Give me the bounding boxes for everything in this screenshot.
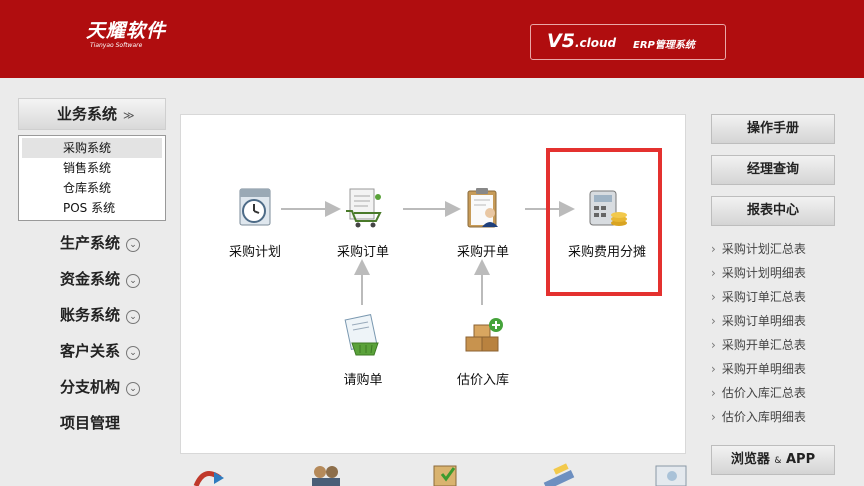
cart-document-icon (346, 188, 382, 228)
chevron-right-icon: › (711, 362, 716, 376)
report-link[interactable]: › 采购计划明细表 (711, 261, 835, 285)
chevron-right-icon: › (711, 338, 716, 352)
nav-accounting[interactable]: 账务系统 ⌄ (18, 297, 166, 333)
sub-item-purchase[interactable]: 采购系统 (22, 138, 162, 158)
report-link[interactable]: › 估价入库汇总表 (711, 381, 835, 405)
highlight-box (546, 148, 662, 296)
double-chevron-down-icon: ≫ (123, 109, 135, 122)
refresh-arrow-icon[interactable] (190, 462, 230, 486)
business-subsystem-list: 采购系统 销售系统 仓库系统 POS 系统 (18, 135, 166, 221)
system-nav: 业务系统 ≫ 采购系统 销售系统 仓库系统 POS 系统 生产系统 ⌄ 资金系统 ⌄ … (18, 98, 166, 441)
sub-item-warehouse[interactable]: 仓库系统 (19, 178, 165, 198)
chevron-down-icon: ⌄ (126, 274, 141, 288)
manual-button[interactable]: 操作手册 (711, 114, 835, 144)
chevron-right-icon: › (711, 266, 716, 280)
brand-logo: 天耀软件 Tianyao Software (86, 20, 166, 50)
manager-query-button[interactable]: 经理查询 (711, 155, 835, 185)
nav-crm[interactable]: 客户关系 ⌄ (18, 333, 166, 369)
pencil-ruler-icon[interactable] (540, 462, 580, 486)
clipboard-person-icon (467, 188, 498, 228)
chevron-down-icon: ⌄ (126, 310, 141, 324)
app-header: 天耀软件 Tianyao Software V5.cloud ERP管理系统 (0, 0, 864, 78)
document-check-icon[interactable] (428, 462, 468, 486)
chevron-down-icon: ⌄ (126, 346, 141, 360)
report-link[interactable]: › 采购计划汇总表 (711, 237, 835, 261)
flow-node-estimated-stock-in[interactable]: 估价入库 (451, 313, 515, 388)
boxes-add-icon (465, 318, 503, 352)
chevron-right-icon: › (711, 386, 716, 400)
clock-calendar-icon (239, 188, 271, 226)
flow-node-purchase-invoice[interactable]: 采购开单 (451, 185, 515, 260)
browser-app-button[interactable]: 浏览器 & APP (711, 445, 835, 475)
right-panel: 操作手册 经理查询 报表中心 › 采购计划汇总表 › 采购计划明细表 › 采购订单汇总… (711, 114, 835, 429)
logo-text-en: Tianyao Software (90, 42, 143, 49)
report-link[interactable]: › 估价入库明细表 (711, 405, 835, 429)
report-link[interactable]: › 采购开单明细表 (711, 357, 835, 381)
sub-item-sales[interactable]: 销售系统 (19, 158, 165, 178)
flow-node-purchase-plan[interactable]: 采购计划 (225, 185, 285, 260)
chevron-right-icon: › (711, 410, 716, 424)
label-purchase-request: 请购单 (343, 373, 383, 388)
report-link[interactable]: › 采购开单汇总表 (711, 333, 835, 357)
report-link-list: › 采购计划汇总表 › 采购计划明细表 › 采购订单汇总表 › 采购订单明细表 › 采购开… (711, 237, 835, 429)
chevron-down-icon: ⌄ (126, 382, 141, 396)
chevron-right-icon: › (711, 290, 716, 304)
version-badge: V5.cloud ERP管理系统 (530, 24, 726, 60)
sub-item-pos[interactable]: POS 系统 (19, 198, 165, 218)
report-link[interactable]: › 采购订单明细表 (711, 309, 835, 333)
flow-node-purchase-order[interactable]: 采购订单 (331, 185, 395, 260)
chevron-right-icon: › (711, 314, 716, 328)
report-link[interactable]: › 采购订单汇总表 (711, 285, 835, 309)
label-purchase-order: 采购订单 (336, 245, 389, 260)
nav-business-system[interactable]: 业务系统 ≫ (18, 98, 166, 130)
users-icon[interactable] (306, 462, 346, 486)
report-center-button[interactable]: 报表中心 (711, 196, 835, 226)
nav-branches[interactable]: 分支机构 ⌄ (18, 369, 166, 405)
label-estimated-stock-in: 估价入库 (456, 373, 509, 388)
chevron-down-icon: ⌄ (126, 238, 141, 252)
version-label: V5.cloud (547, 30, 617, 52)
logo-text-cn: 天耀软件 (86, 20, 167, 42)
nav-projects[interactable]: 项目管理 (18, 405, 166, 441)
product-name: ERP管理系统 (633, 40, 695, 51)
label-purchase-invoice: 采购开单 (456, 245, 509, 260)
monitor-icon[interactable] (654, 462, 694, 486)
basket-document-icon (344, 314, 379, 356)
label-purchase-plan: 采购计划 (228, 245, 281, 260)
chevron-right-icon: › (711, 242, 716, 256)
flow-node-purchase-request[interactable]: 请购单 (331, 313, 395, 388)
nav-production[interactable]: 生产系统 ⌄ (18, 225, 166, 261)
nav-funds[interactable]: 资金系统 ⌄ (18, 261, 166, 297)
